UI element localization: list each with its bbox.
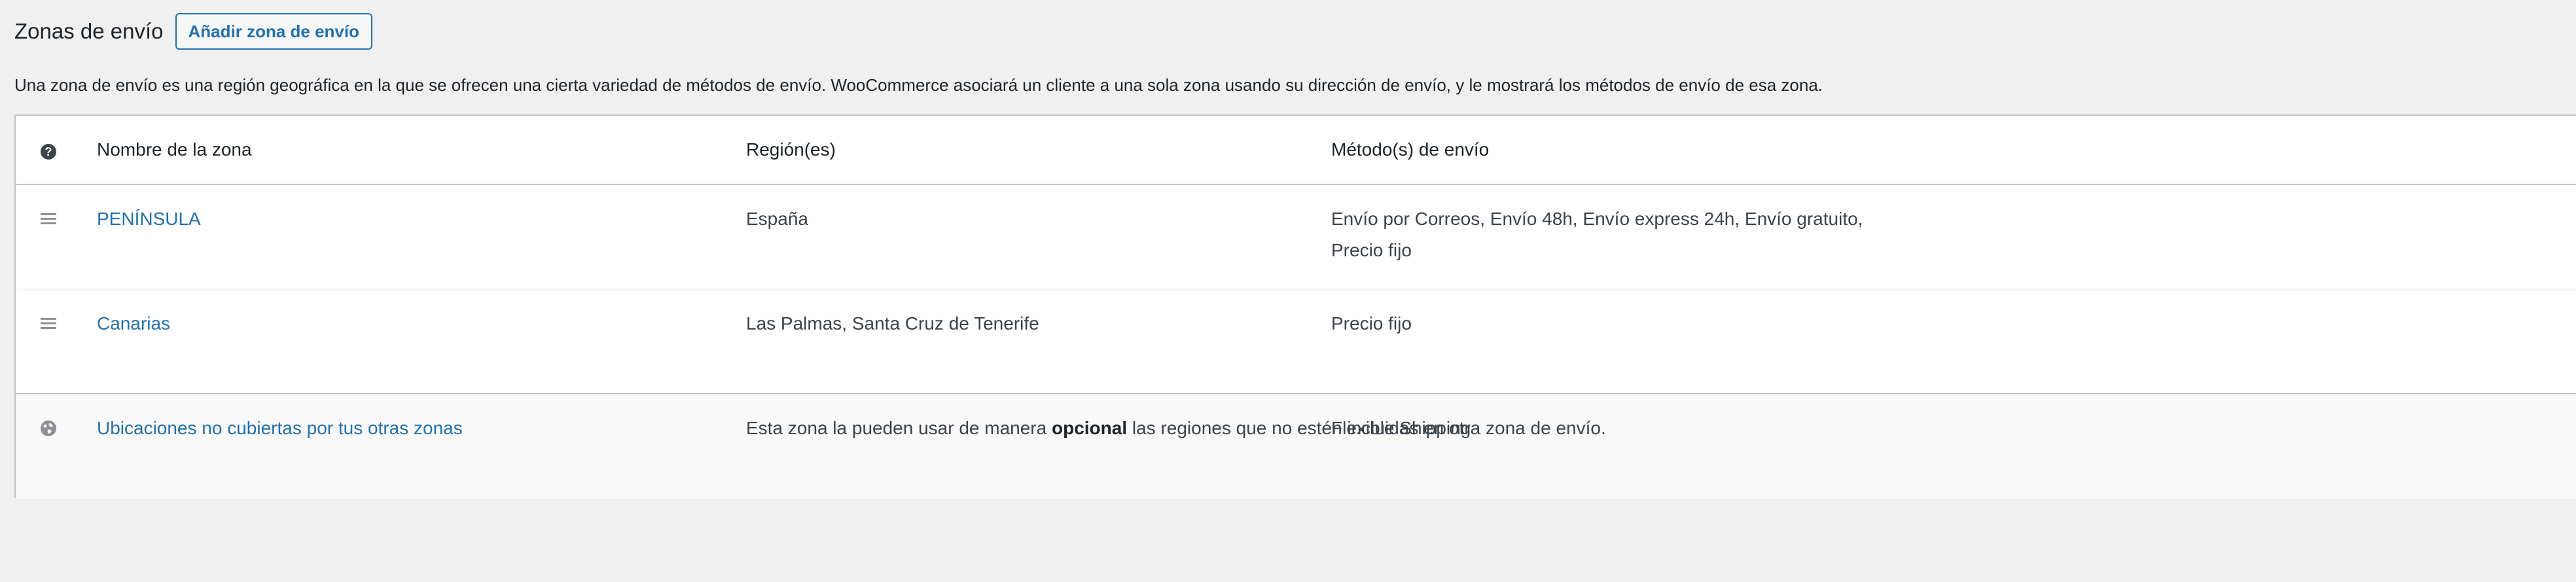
intro-text: Una zona de envío es una región geográfi… (14, 75, 1823, 95)
drag-handle-icon[interactable] (41, 318, 56, 329)
shipping-zones-table: ? Nombre de la zona Región(es) Método(s)… (14, 114, 2576, 499)
globe-icon (41, 420, 56, 436)
fallback-zone-methods: Flexible Shipping (1331, 418, 1471, 438)
table-header-row: ? Nombre de la zona Región(es) Método(s)… (16, 116, 2576, 185)
zone-regions: España (746, 209, 808, 229)
zone-methods-line: Precio fijo (1331, 240, 1412, 260)
fallback-zone-link[interactable]: Ubicaciones no cubiertas por tus otras z… (97, 418, 463, 438)
help-icon[interactable]: ? (41, 144, 56, 160)
column-header-regions: Región(es) (746, 139, 836, 160)
help-column: ? (35, 134, 62, 165)
table-row: PENÍNSULA España Envío por Correos, Enví… (16, 185, 2576, 290)
drag-cell[interactable] (35, 203, 62, 227)
regions-text: Esta zona la pueden usar de manera (746, 418, 1052, 438)
add-shipping-zone-button[interactable]: Añadir zona de envío (175, 13, 372, 50)
fallback-zone-row: Ubicaciones no cubiertas por tus otras z… (16, 393, 2576, 499)
drag-cell[interactable] (35, 308, 62, 332)
page-title: Zonas de envío (14, 19, 164, 43)
regions-emphasis: opcional (1051, 418, 1128, 438)
drag-handle-icon[interactable] (41, 213, 56, 224)
zone-name-link[interactable]: PENÍNSULA (97, 209, 201, 229)
table-row: Canarias Las Palmas, Santa Cruz de Tener… (16, 290, 2576, 393)
zone-methods: Envío por Correos, Envío 48h, Envío expr… (1331, 203, 2562, 266)
column-header-methods: Método(s) de envío (1331, 139, 1490, 160)
column-header-zone-name: Nombre de la zona (97, 139, 252, 160)
globe-cell (35, 413, 62, 437)
zone-methods: Precio fijo (1331, 313, 1412, 334)
zone-methods-line: Envío por Correos, Envío 48h, Envío expr… (1331, 209, 1863, 229)
zone-regions: Las Palmas, Santa Cruz de Tenerife (746, 313, 1039, 334)
page-header: Zonas de envío Añadir zona de envío (14, 12, 372, 51)
shipping-zones-page: Zonas de envío Añadir zona de envío Una … (0, 0, 2576, 582)
zone-name-link[interactable]: Canarias (97, 313, 170, 334)
